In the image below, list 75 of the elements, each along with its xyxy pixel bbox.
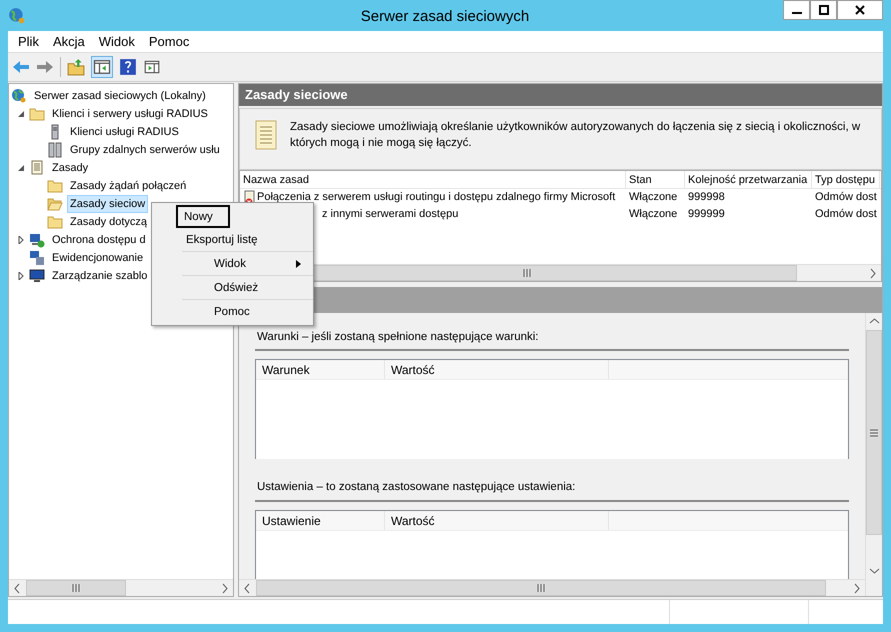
expand-arrow-icon[interactable] (17, 272, 25, 280)
column-header[interactable]: Typ dostępu (812, 171, 880, 188)
folder-icon (47, 178, 63, 194)
close-button[interactable] (837, 0, 883, 20)
scroll-icon (29, 160, 45, 176)
close-icon (855, 5, 865, 15)
maximize-button[interactable] (810, 0, 837, 20)
column-header[interactable]: Nazwa zasad (240, 171, 626, 188)
tree-item[interactable]: Zasady żądań połączeń (67, 177, 190, 195)
maximize-icon (818, 5, 828, 15)
tree-pane-icon[interactable] (91, 56, 113, 78)
table-cell-text: Włączone (629, 190, 678, 206)
submenu-arrow-icon (296, 260, 301, 268)
tree-item[interactable]: Ochrona dostępu d (49, 231, 149, 249)
folder-up-icon[interactable] (67, 58, 85, 76)
collapse-arrow-icon[interactable] (17, 164, 25, 172)
column-header[interactable]: Stan (626, 171, 685, 188)
back-arrow-icon[interactable] (12, 59, 30, 75)
tree-item[interactable]: Klienci i serwery usługi RADIUS (49, 105, 211, 123)
tree-item[interactable]: Ewidencjonowanie (49, 249, 146, 267)
tree-item[interactable]: Zasady sieciow (67, 195, 148, 213)
menu-item[interactable]: Plik (12, 32, 45, 52)
section-heading: Warunki – jeśli zostaną spełnione następujące warunki: (255, 329, 849, 352)
collapse-arrow-icon[interactable] (17, 110, 25, 118)
tree-item[interactable]: Zasady dotyczą (67, 213, 150, 231)
help-icon[interactable] (119, 58, 137, 76)
column-header[interactable]: Ustawienie (256, 510, 385, 530)
panel-description: Zasady sieciowe umożliwiają określanie użytkowników autoryzowanych do łączenia się z siecią i okoliczności, w których mogą i nie mogą się łączyć. (290, 120, 862, 151)
panel-header: Zasady sieciowe (239, 84, 882, 106)
menu-item[interactable]: Odśwież (182, 276, 313, 299)
table-cell-text: 999999 (688, 207, 725, 222)
folder-icon (29, 106, 45, 122)
computers-icon (29, 250, 45, 266)
vertical-scrollbar[interactable] (865, 313, 882, 596)
horizontal-scrollbar[interactable] (9, 579, 233, 596)
menu-item[interactable]: Widok (92, 32, 141, 52)
column-header[interactable]: Wartość (385, 510, 609, 530)
column-header[interactable]: Kolejność przetwarzania (685, 171, 812, 188)
forward-arrow-icon[interactable] (36, 59, 54, 75)
section-heading: Ustawienia – to zostaną zastosowane następujące ustawienia: (255, 479, 849, 502)
table-cell-text: Połączenia z serwerem usługi routingu i dostępu zdalnego firmy Microsoft (257, 190, 616, 206)
action-pane-icon[interactable] (143, 58, 161, 76)
window-title: Serwer zasad sieciowych (360, 7, 530, 27)
table-cell-text: Włączone (629, 207, 678, 222)
menu-item[interactable]: Widok (182, 252, 313, 275)
globe-icon (11, 88, 27, 104)
horizontal-scrollbar[interactable] (239, 579, 865, 596)
menu-item[interactable]: Pomoc (182, 300, 313, 323)
folder-icon (47, 196, 63, 212)
network-computer-icon (29, 232, 45, 248)
expand-arrow-icon[interactable] (17, 236, 25, 244)
grip-icon (72, 584, 80, 592)
table-cell-text: Odmów dost (815, 207, 877, 222)
menu-item[interactable]: Pomoc (142, 32, 196, 52)
grip-icon (537, 584, 545, 592)
minimize-icon (792, 12, 802, 14)
grip-icon (870, 428, 878, 436)
tree-item[interactable]: Grupy zdalnych serwerów usłu (67, 141, 223, 159)
minimize-button[interactable] (783, 0, 810, 20)
tree-item[interactable]: Serwer zasad sieciowych (Lokalny) (31, 87, 209, 105)
tree-item[interactable]: Zarządzanie szablo (49, 267, 150, 285)
column-header[interactable]: Wartość (385, 360, 609, 380)
table-cell-text: Odmów dost (815, 190, 877, 206)
folder-icon (47, 214, 63, 230)
menu-item[interactable]: Eksportuj listę (154, 228, 313, 251)
servers-icon (47, 142, 63, 158)
table-cell-text: 999998 (688, 190, 725, 206)
monitor-icon (29, 268, 45, 284)
menu-item[interactable]: Akcja (46, 32, 91, 52)
table-cell-text: z innymi serwerami dostępu (322, 207, 458, 222)
tree-item[interactable]: Klienci usługi RADIUS (67, 123, 182, 141)
column-header[interactable]: Warunek (256, 360, 385, 380)
menu-item[interactable]: Nowy (176, 205, 230, 228)
tree-item[interactable]: Zasady (49, 159, 92, 177)
grip-icon (523, 269, 531, 277)
